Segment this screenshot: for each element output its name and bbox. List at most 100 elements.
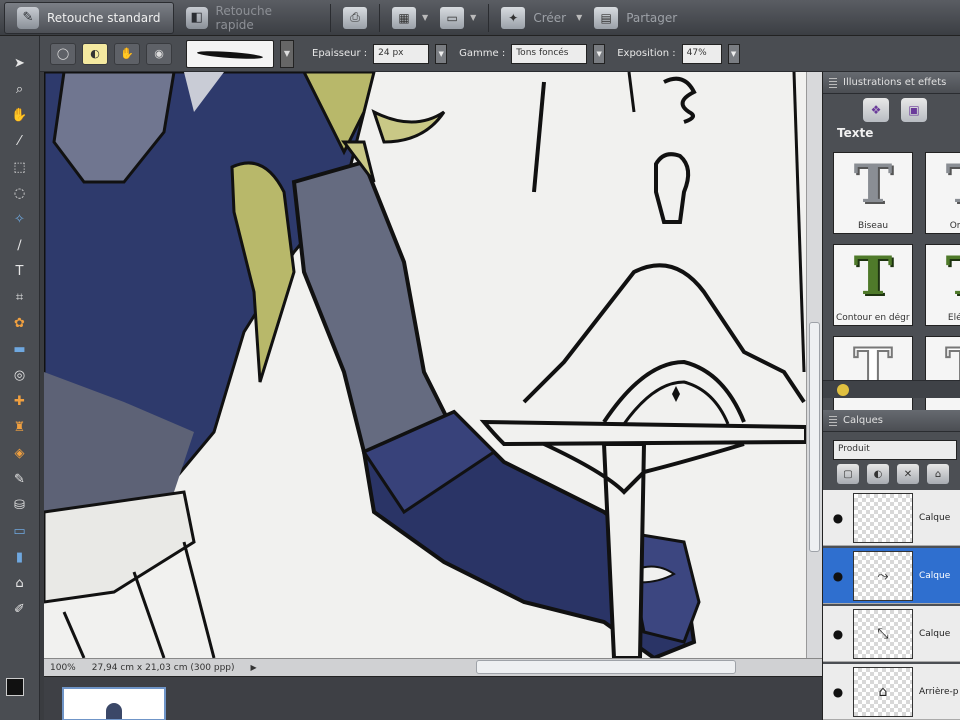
eye-icon[interactable]: ● bbox=[823, 685, 853, 699]
chevron-down-icon[interactable]: ▼ bbox=[470, 13, 476, 22]
exposure-field[interactable]: 47% bbox=[681, 43, 722, 64]
move-tool-icon[interactable]: ➤ bbox=[7, 52, 33, 74]
blur-tool-icon[interactable]: ⌂ bbox=[7, 572, 33, 594]
lasso-tool-icon[interactable]: ◌ bbox=[7, 182, 33, 204]
straighten-tool-icon[interactable]: ▬ bbox=[7, 338, 33, 360]
share-button[interactable]: Partager bbox=[626, 11, 677, 25]
photoshop-elements-window: ✎ Retouche standard ◧ Retouche rapide ⎙ … bbox=[0, 0, 960, 720]
document-dimensions: 27,94 cm x 21,03 cm (300 ppp) bbox=[91, 662, 235, 673]
canvas-vertical-scrollbar[interactable] bbox=[806, 72, 822, 658]
healing-brush-tool-icon[interactable]: ✚ bbox=[7, 390, 33, 412]
chevron-down-icon[interactable]: ▼ bbox=[593, 43, 606, 64]
print-icon[interactable]: ⎙ bbox=[343, 6, 367, 29]
foreground-color-swatch[interactable] bbox=[6, 678, 24, 696]
layer-row[interactable]: ● ⤳ Calque bbox=[823, 548, 960, 604]
eye-tool-option[interactable]: ◉ bbox=[146, 42, 172, 65]
divider bbox=[379, 3, 380, 32]
range-select[interactable]: Tons foncés bbox=[511, 43, 588, 64]
clone-stamp-tool-icon[interactable]: ♜ bbox=[7, 416, 33, 438]
effects-panel-title: Illustrations et effets bbox=[843, 77, 947, 88]
hand-tool-icon[interactable]: ✋ bbox=[7, 104, 33, 126]
brush-preview[interactable] bbox=[186, 39, 274, 68]
layer-name: Calque bbox=[919, 512, 951, 523]
gradient-tool-icon[interactable]: ▭ bbox=[7, 520, 33, 542]
layer-row[interactable]: ●⌂ Arrière-plan bbox=[823, 664, 960, 720]
zoom-tool-icon[interactable]: ⌕ bbox=[7, 78, 33, 100]
create-button[interactable]: Créer bbox=[533, 11, 566, 25]
effect-thumbnail[interactable]: T Biseau bbox=[833, 152, 913, 234]
chevron-down-icon[interactable]: ▼ bbox=[435, 43, 448, 64]
effect-caption: Contour en dégradé bbox=[836, 313, 910, 323]
layer-thumbnail bbox=[853, 492, 913, 543]
artwork bbox=[44, 72, 806, 658]
open-folder-icon[interactable]: ▭ bbox=[440, 6, 465, 29]
effect-preview-glyph: T bbox=[853, 154, 893, 215]
share-icon[interactable]: ▤ bbox=[594, 6, 619, 29]
artwork-tab-icon[interactable]: ❖ bbox=[863, 98, 889, 122]
brush-tool-icon[interactable]: ✎ bbox=[7, 468, 33, 490]
document-canvas[interactable] bbox=[44, 72, 806, 658]
red-eye-tool-icon[interactable]: ◎ bbox=[7, 364, 33, 386]
eyedropper-tool-icon[interactable]: ⁄ bbox=[7, 130, 33, 152]
scrollbar-thumb[interactable] bbox=[809, 322, 820, 552]
eye-icon[interactable]: ● bbox=[823, 569, 853, 583]
effect-preview-glyph: T bbox=[946, 159, 960, 211]
organize-icon[interactable]: ▦ bbox=[392, 6, 416, 29]
layers-panel-header[interactable]: Calques bbox=[823, 410, 960, 432]
eye-icon[interactable]: ● bbox=[823, 511, 853, 525]
adjustment-layer-icon[interactable]: ◐ bbox=[867, 464, 889, 484]
zoom-level[interactable]: 100% bbox=[50, 663, 76, 673]
dodge-tool-option[interactable]: ✋ bbox=[114, 42, 140, 65]
effect-thumbnail[interactable]: T Elégant bbox=[925, 244, 960, 326]
mode-bar: ✎ Retouche standard ◧ Retouche rapide ⎙ … bbox=[0, 0, 960, 36]
chevron-down-icon[interactable]: ▼ bbox=[280, 39, 294, 68]
project-thumbnail[interactable] bbox=[62, 687, 166, 720]
grip-icon bbox=[829, 77, 837, 88]
effect-caption: Ombre bbox=[949, 221, 960, 231]
standard-edit-tab[interactable]: ✎ Retouche standard bbox=[4, 1, 174, 34]
layer-row[interactable]: ● Calque bbox=[823, 490, 960, 546]
quick-fix-tab[interactable]: ◧ Retouche rapide bbox=[174, 2, 324, 34]
artwork-spike-right bbox=[371, 109, 446, 144]
layer-thumbnail: ⤳ bbox=[853, 550, 913, 601]
layer-name: Calque bbox=[919, 570, 951, 581]
effect-caption: Elégant bbox=[947, 313, 960, 323]
thickness-field[interactable]: 24 px bbox=[373, 43, 430, 64]
eraser-tool-icon[interactable]: ◈ bbox=[7, 442, 33, 464]
cookie-cutter-tool-icon[interactable]: ✿ bbox=[7, 312, 33, 334]
quick-fix-icon: ◧ bbox=[186, 6, 208, 29]
blend-mode-select[interactable]: Produit bbox=[833, 440, 957, 460]
artwork-rune-top bbox=[663, 76, 697, 124]
type-tool-icon[interactable]: T bbox=[7, 260, 33, 282]
new-layer-icon[interactable]: ▢ bbox=[837, 464, 859, 484]
artwork-blade-line bbox=[627, 72, 636, 113]
chevron-right-icon[interactable]: ▶ bbox=[251, 663, 257, 672]
magic-wand-tool-icon[interactable]: ✧ bbox=[7, 208, 33, 230]
effect-thumbnail[interactable]: T bbox=[925, 336, 960, 418]
effects-panel-header[interactable]: Illustrations et effets bbox=[823, 72, 960, 94]
canvas-horizontal-scrollbar-thumb[interactable] bbox=[476, 660, 736, 674]
burn-tool-icon[interactable]: ✐ bbox=[7, 598, 33, 620]
trash-icon[interactable]: ✕ bbox=[897, 464, 919, 484]
layer-name: Calque bbox=[919, 628, 951, 639]
layer-row[interactable]: ● ⤡ Calque bbox=[823, 606, 960, 662]
chevron-down-icon[interactable]: ▼ bbox=[422, 13, 428, 22]
apply-effect-icon[interactable] bbox=[837, 384, 849, 396]
chevron-down-icon[interactable]: ▼ bbox=[727, 43, 740, 64]
shape-tool-icon[interactable]: ▮ bbox=[7, 546, 33, 568]
paint-bucket-tool-icon[interactable]: ⛁ bbox=[7, 494, 33, 516]
effect-thumbnail[interactable]: T Contour en dégradé bbox=[833, 244, 913, 326]
sponge-tool-option[interactable]: ◯ bbox=[50, 42, 76, 65]
effects-footer bbox=[823, 380, 960, 398]
effect-thumbnail[interactable]: T bbox=[833, 336, 913, 418]
create-icon[interactable]: ✦ bbox=[501, 6, 526, 29]
effect-thumbnail[interactable]: T Ombre bbox=[925, 152, 960, 234]
burn-tool-option[interactable]: ◐ bbox=[82, 42, 108, 65]
eye-icon[interactable]: ● bbox=[823, 627, 853, 641]
crop-tool-icon[interactable]: ⌗ bbox=[7, 286, 33, 308]
marquee-tool-icon[interactable]: ⬚ bbox=[7, 156, 33, 178]
effects-tab-icon[interactable]: ▣ bbox=[901, 98, 927, 122]
lock-icon[interactable]: ⌂ bbox=[927, 464, 949, 484]
chevron-down-icon[interactable]: ▼ bbox=[576, 13, 582, 22]
selection-brush-tool-icon[interactable]: ∕ bbox=[7, 234, 33, 256]
